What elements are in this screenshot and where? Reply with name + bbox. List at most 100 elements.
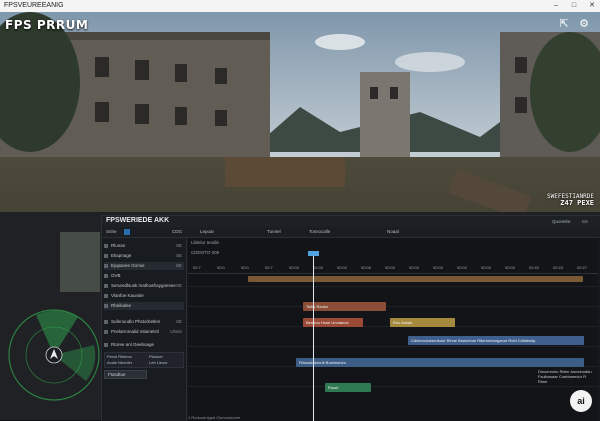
toolbar-label: Snhe [106,229,117,234]
clip-note: Dinoenmiro Rbbrr Asneinoddu Fsulbosaar C… [538,369,592,384]
playhead-handle[interactable] [308,251,319,256]
editor-title: FPSWERIEDE AKK [106,217,170,224]
toolbar-item-noaal[interactable]: Noaal [387,228,399,236]
share-icon[interactable]: ⇱ [558,18,570,30]
game-title: FPS PRRUM [5,18,89,32]
sidebar-item-tag: SE [175,263,182,268]
radar-minimap [8,309,100,401]
ruler-tick: 00:06 [361,265,372,270]
sidebar-item-tag: Uhelo [170,329,182,334]
hud-readout-sub: Z47 PEXE [560,199,594,207]
editor-header: FPSWERIEDE AKK Quonelre Ce [102,216,600,227]
sidebar-item-label: OVB [111,273,121,278]
card-text: Pexol Relemo [107,354,132,359]
sidebar-item-label: Rbeikalee [111,303,132,308]
sidebar-item-label: Rlunan [111,243,126,248]
window-title: FPSVEUREEANIG [4,2,64,9]
sidebar-dropdown-button[interactable]: Ftasdtue [104,370,147,379]
ruler-tick: 00:7 [193,265,201,270]
sidebar-item-label: Vlanfoe Kaunsle [111,293,144,298]
ruler-tick: 00:02 [337,265,348,270]
timeline-area[interactable]: Liblelur Ieodle CDDOTO 005 00:7 00:0 00:… [188,238,598,421]
toolbar-label: Noaal [387,229,399,234]
gear-icon[interactable]: ⚙ [578,18,590,30]
ruler-tick: 00:02 [457,265,468,270]
sidebar-properties-card: Pexol Relemo Avale Nhonler Plaoner Leb L… [104,352,184,368]
editor-header-button-1[interactable]: Quonelre [552,218,571,225]
ruler-tick: 00:00 [505,265,516,270]
sidebar-item-8[interactable]: Sufenoudlo Phstorbetlen SE [104,318,184,326]
sidebar-item-label: Eluqmage [111,253,132,258]
timeline-clip-master[interactable] [248,276,583,282]
toolbar-label: Tunnel [267,229,281,234]
toolbar-item-tunnel[interactable]: Tunnel [267,228,281,236]
sidebar-item-2[interactable]: Eluqmage SE [104,252,184,260]
sidebar-item-tag: SE [175,253,182,258]
editor-sidebar: Rlunan SE Eluqmage SE Ejupanee Gomie SE OVB… [102,238,187,421]
timeline-clip[interactable]: Beneoo Hose Unotanne [303,318,363,327]
sidebar-item-label: Sufenoudlo Phstorbetlen [111,319,161,324]
track-divider [188,346,598,347]
ruler-tick: 00:27 [577,265,588,270]
editor-header-button-2[interactable]: Ce [582,218,588,225]
toolbar-square-icon[interactable] [124,228,132,236]
hud-readout: SWEFESTIANRDE Z47 PEXE [547,193,594,207]
sidebar-item-label: Rtoree anl Geeboage [111,342,155,347]
animation-editor-panel: FPSWERIEDE AKK Quonelre Ce Snhe CDG Lepo… [101,215,600,421]
card-text: Avale Nhonler [107,360,133,365]
editor-toolbar: Snhe CDG Lepoar Tunnel Tosnocalle Noaal [102,227,600,238]
timeline-label: Liblelur Ieodle [191,240,220,245]
ruler-tick: 00:00 [409,265,420,270]
sidebar-item-9[interactable]: Pnelarmmalid mlamelstl Uhelo [104,328,184,336]
timeline-clip[interactable]: Ebo Asbah [390,318,455,327]
toolbar-item-tosnocalle[interactable]: Tosnocalle [309,228,330,236]
ai-badge[interactable]: ai [570,390,592,412]
sidebar-item-1[interactable]: Rlunan SE [104,242,184,250]
track-divider [188,386,598,387]
maximize-icon[interactable]: □ [566,0,582,12]
sidebar-item-tag: SE [175,283,182,288]
timeline-ruler[interactable]: 00:7 00:0 00:0 00:7 00:00 00:00 00:02 00… [188,265,598,274]
timeline-playhead[interactable] [313,252,314,421]
ruler-tick: 00:00 [313,265,324,270]
sidebar-item-10[interactable]: Rtoree anl Geeboage [104,341,184,349]
close-icon[interactable]: ✕ [584,0,600,12]
ruler-tick: 00:00 [481,265,492,270]
sidebar-item-label: Seruredlsusk mathoafraygoesee [111,283,176,288]
sidebar-item-5[interactable]: Seruredlsusk mathoafraygoesee SE [104,282,184,290]
sidebar-item-tag: SE [175,243,182,248]
toolbar-label: Tosnocalle [309,229,331,234]
timeline-clip[interactable]: Tslho Ranko [303,302,386,311]
ruler-tick: 00:00 [289,265,300,270]
ruler-tick: 00:00 [433,265,444,270]
timeline-clip[interactable]: Rlnusdndonnlt Bostmoneo [296,358,584,367]
toolbar-label: CDG [172,229,182,234]
timeline-clip[interactable]: Riuob [325,383,371,392]
ruler-tick: 00:0 [217,265,225,270]
sidebar-item-7[interactable]: Rbeikalee [104,302,184,310]
toolbar-item-lepoar[interactable]: Lepoar [200,228,214,236]
window-titlebar: FPSVEUREEANIG – □ ✕ [0,0,600,12]
toolbar-item-cdg[interactable]: CDG [172,228,182,236]
hud-icon-bar: ⇱ ⚙ [558,18,590,30]
timeline-sublabel: CDDOTO 005 [191,250,220,255]
ruler-tick: 00:42 [529,265,540,270]
sidebar-item-3[interactable]: Ejupanee Gomie SE [104,262,184,270]
sidebar-item-label: Pnelarmmalid mlamelstl [111,329,159,334]
minimize-icon[interactable]: – [548,0,564,12]
ruler-tick: 00:23 [553,265,564,270]
sidebar-item-6[interactable]: Vlanfoe Kaunsle [104,292,184,300]
ruler-tick: 00:7 [265,265,273,270]
ruler-tick: 00:00 [385,265,396,270]
sidebar-item-4[interactable]: OVB [104,272,184,280]
sidebar-item-tag: SE [175,319,182,324]
toolbar-item-snhe[interactable]: Snhe [106,228,117,236]
toolbar-label: Lepoar [200,229,215,234]
editor-footer: 1 Rodouenigad Clunomnoere [188,415,241,420]
card-text: Leb Lieow [149,360,168,365]
track-divider [188,286,598,287]
card-text: Plaoner [149,354,163,359]
timeline-clip[interactable]: Cdnienolodsedkoor Rlnne Brsinehoe Rlkrre… [408,336,584,345]
sidebar-item-label: Ejupanee Gomie [111,263,145,268]
track-divider [188,306,598,307]
